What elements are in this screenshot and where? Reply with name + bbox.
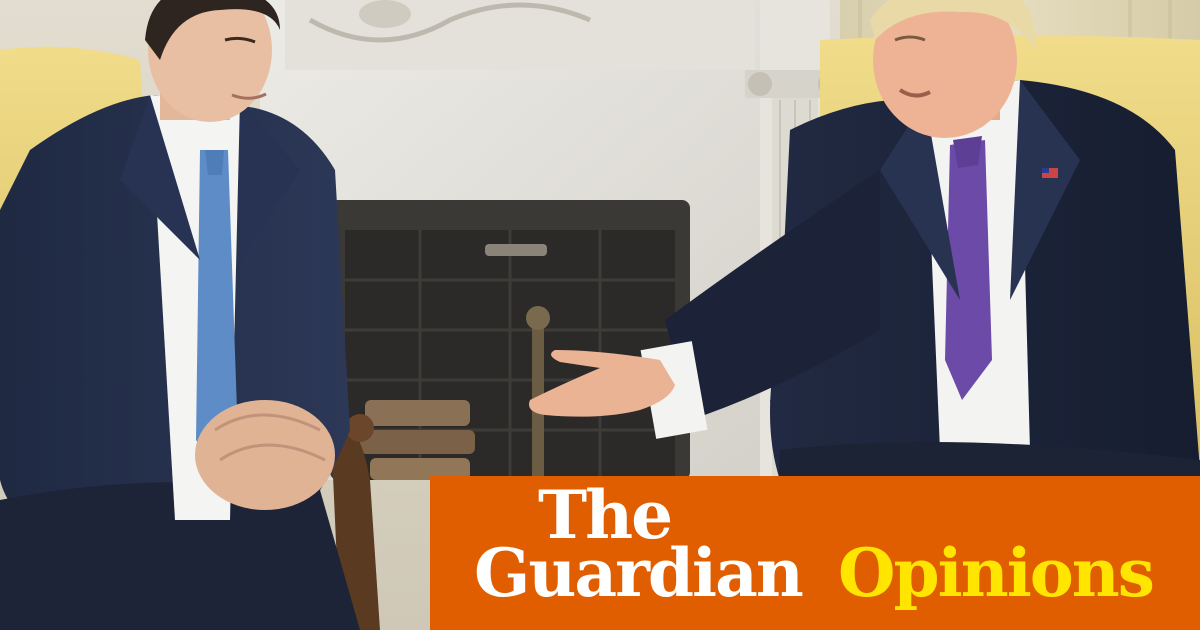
brand-name-guardian: Guardian	[474, 534, 804, 612]
section-label-opinions: Opinions	[838, 534, 1155, 612]
